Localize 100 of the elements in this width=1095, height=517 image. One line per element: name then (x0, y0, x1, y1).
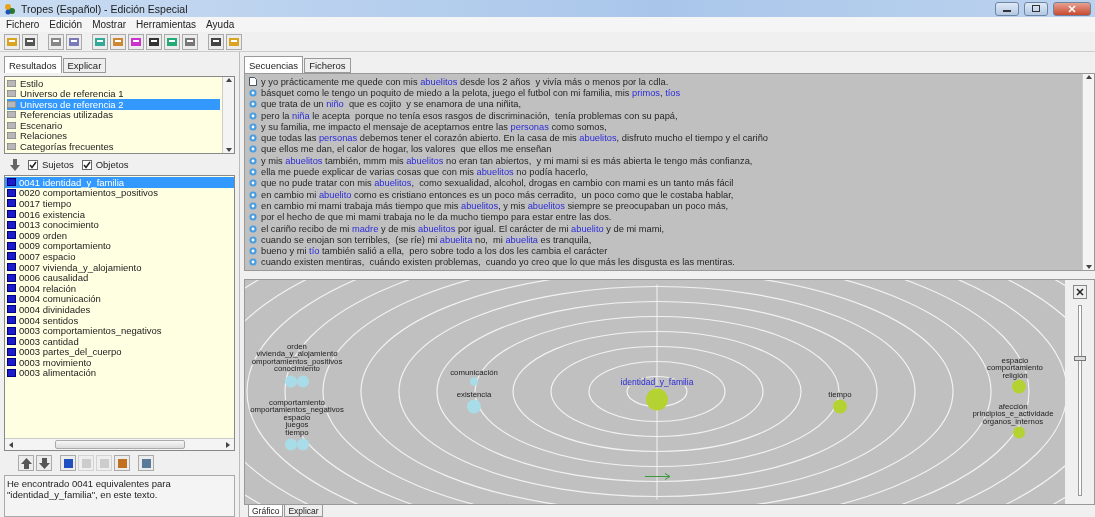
scroll-down-icon[interactable] (1085, 264, 1092, 270)
scroll-right-icon[interactable] (225, 441, 231, 448)
category-square-icon (7, 252, 16, 261)
menu-item[interactable]: Ayuda (206, 19, 235, 30)
category-square-icon (7, 241, 16, 250)
node-bubble[interactable] (285, 438, 297, 451)
bullet-icon (249, 213, 257, 222)
result-item[interactable]: 0020 comportamientos_positivos (5, 187, 234, 199)
down-arrow-icon (38, 457, 50, 469)
result-item[interactable]: 0006 causalidad (5, 272, 234, 283)
category-item[interactable]: Estilo (7, 78, 220, 89)
maximize-icon (1032, 5, 1040, 12)
category-item[interactable]: Universo de referencia 1 (7, 88, 220, 99)
result-item[interactable]: 0017 tiempo (5, 198, 234, 209)
result-item[interactable]: 0003 comportamientos_negativos (5, 325, 234, 336)
result-item[interactable]: 0003 cantidad (5, 335, 234, 347)
bullet-icon (249, 122, 257, 131)
menu-item[interactable]: Edición (49, 19, 83, 30)
check-icon (29, 160, 37, 169)
node-bubble[interactable] (1012, 379, 1026, 394)
sequence-line: básquet como le tengo un poquito de miedo a la pelota, juego el futbol con mi familia, mis primos, tíos (261, 87, 681, 98)
scroll-bar[interactable] (5, 438, 234, 450)
result-item[interactable]: 0004 sentidos (5, 314, 234, 326)
result-item[interactable]: 0004 relación (5, 282, 234, 294)
checkbox[interactable]: Objetos (81, 159, 129, 170)
sequence-line: cuando se enojan son terribles, (se ríe) mi abuelita no, mi abuelita es tranquila, (261, 234, 592, 245)
app-logo-icon (4, 2, 16, 15)
category-square-icon (7, 294, 16, 303)
sequence-line: bueno y mi tío también salió a ella, pero sobre todo a los dos les cambia el carácter (261, 246, 608, 257)
result-item[interactable]: 0007 vivienda_y_alojamiento (5, 261, 234, 273)
category-item[interactable]: Escenario (7, 120, 220, 131)
close-button[interactable] (1072, 285, 1087, 299)
sequence-line: que trata de un niño que es cojito y se enamora de una niñita, (261, 99, 521, 110)
menu-item[interactable]: Fichero (6, 19, 40, 30)
node-bubble[interactable] (297, 375, 309, 388)
node-bubble[interactable] (833, 399, 847, 414)
tab[interactable]: Explicar (62, 58, 107, 73)
node-bubble[interactable] (297, 438, 309, 451)
category-square-icon (7, 369, 16, 377)
bullet-icon (249, 201, 257, 210)
scroll-bar[interactable] (1082, 74, 1094, 270)
node-bubble[interactable] (470, 377, 478, 386)
category-square-icon (7, 316, 16, 324)
maximize-button[interactable] (1024, 1, 1048, 16)
category-square-icon (7, 347, 16, 356)
sequence-line: pero la niña le acepta porque no tenía esos rasgos de discriminación, tenía problemas con su papá, (261, 110, 678, 121)
result-item[interactable]: 0003 movimiento (5, 357, 234, 368)
down-arrow-icon[interactable] (10, 158, 20, 171)
sequence-line: que no pude tratar con mis abuelitos, como sexualidad, alcohol, drogas en cambio con mami es un tanto más fácil (261, 178, 734, 189)
down-arrow-button[interactable] (36, 455, 52, 471)
result-item[interactable]: 0003 partes_del_cuerpo (5, 346, 234, 358)
checkbox[interactable]: Sujetos (28, 159, 74, 170)
sequence-line: que ellos me dan, el calor de hogar, los valores que ellos me enseñan (261, 144, 552, 155)
node-label: identidad_y_familia (620, 376, 694, 387)
document-icon (249, 77, 257, 87)
tab[interactable]: Resultados (4, 56, 62, 73)
tab[interactable]: Explicar (284, 505, 323, 517)
result-item[interactable]: 0003 alimentación (5, 367, 234, 379)
category-item[interactable]: Categorías frecuentes (7, 141, 220, 152)
check-icon (82, 160, 91, 169)
sequence-line: en cambio mi abuelito como es cristiano entonces es un poco más cerradito, un poco como que le costaba hablar, (261, 189, 734, 200)
menu-item[interactable]: Herramientas (136, 19, 197, 30)
result-item[interactable]: 0004 divinidades (5, 304, 234, 315)
slider-thumb[interactable] (1073, 355, 1086, 361)
category-square-icon (7, 284, 16, 293)
result-item[interactable]: 0009 comportamiento (5, 240, 234, 252)
bullet-icon (249, 179, 257, 188)
up-arrow-button[interactable] (18, 455, 34, 471)
tab[interactable]: Secuencias (244, 56, 304, 73)
sequence-line: y yo prácticamente me quede con mis abuelitos desde los 2 años y vivía más o menos por la cdla. (261, 76, 669, 87)
category-square-icon (7, 305, 16, 314)
result-item[interactable]: 0016 existencia (5, 208, 234, 220)
category-item[interactable]: Referencias utilizadas (7, 109, 220, 120)
sequence-line: que todas las personas debemos tener el corazón abierto. En la casa de mis abuelitos, disfruto mucho el tiempo y el cariño (261, 133, 768, 144)
menu-item[interactable]: Mostrar (92, 19, 127, 30)
tab[interactable]: Gráfico (248, 505, 284, 517)
close-icon (1075, 288, 1084, 296)
result-item[interactable]: 0013 conocimiento (5, 219, 234, 230)
minimize-button[interactable] (995, 1, 1019, 16)
scroll-up-icon[interactable] (225, 77, 232, 83)
tab[interactable]: Ficheros (304, 58, 351, 73)
close-icon (1068, 4, 1076, 13)
category-item[interactable]: Relaciones (7, 130, 220, 141)
result-item[interactable]: 0004 comunicación (5, 293, 234, 305)
node-bubble[interactable] (285, 375, 297, 388)
scroll-up-icon[interactable] (1085, 74, 1092, 80)
scroll-left-icon[interactable] (8, 441, 14, 448)
node-bubble[interactable] (467, 399, 481, 414)
result-item[interactable]: 0007 espacio (5, 251, 234, 262)
bullet-icon (249, 88, 257, 97)
node-bubble[interactable] (646, 388, 668, 411)
category-square-icon (7, 337, 16, 346)
scroll-thumb[interactable] (54, 440, 185, 449)
node-bubble[interactable] (1013, 426, 1025, 439)
result-item[interactable]: 0009 orden (5, 229, 234, 241)
category-square-icon (7, 273, 16, 282)
sequence-line: cuando existen mentiras, cuándo existen problemas, cuando yo creo que lo que más les disgusta es las mentiras. (261, 257, 735, 268)
scroll-bar[interactable] (222, 77, 234, 153)
scroll-down-icon[interactable] (225, 147, 232, 153)
sequence-line: el cariño recibo de mi madre y de mis abuelitos por igual. El carácter de mi abuelito y de mi mami, (261, 223, 665, 234)
